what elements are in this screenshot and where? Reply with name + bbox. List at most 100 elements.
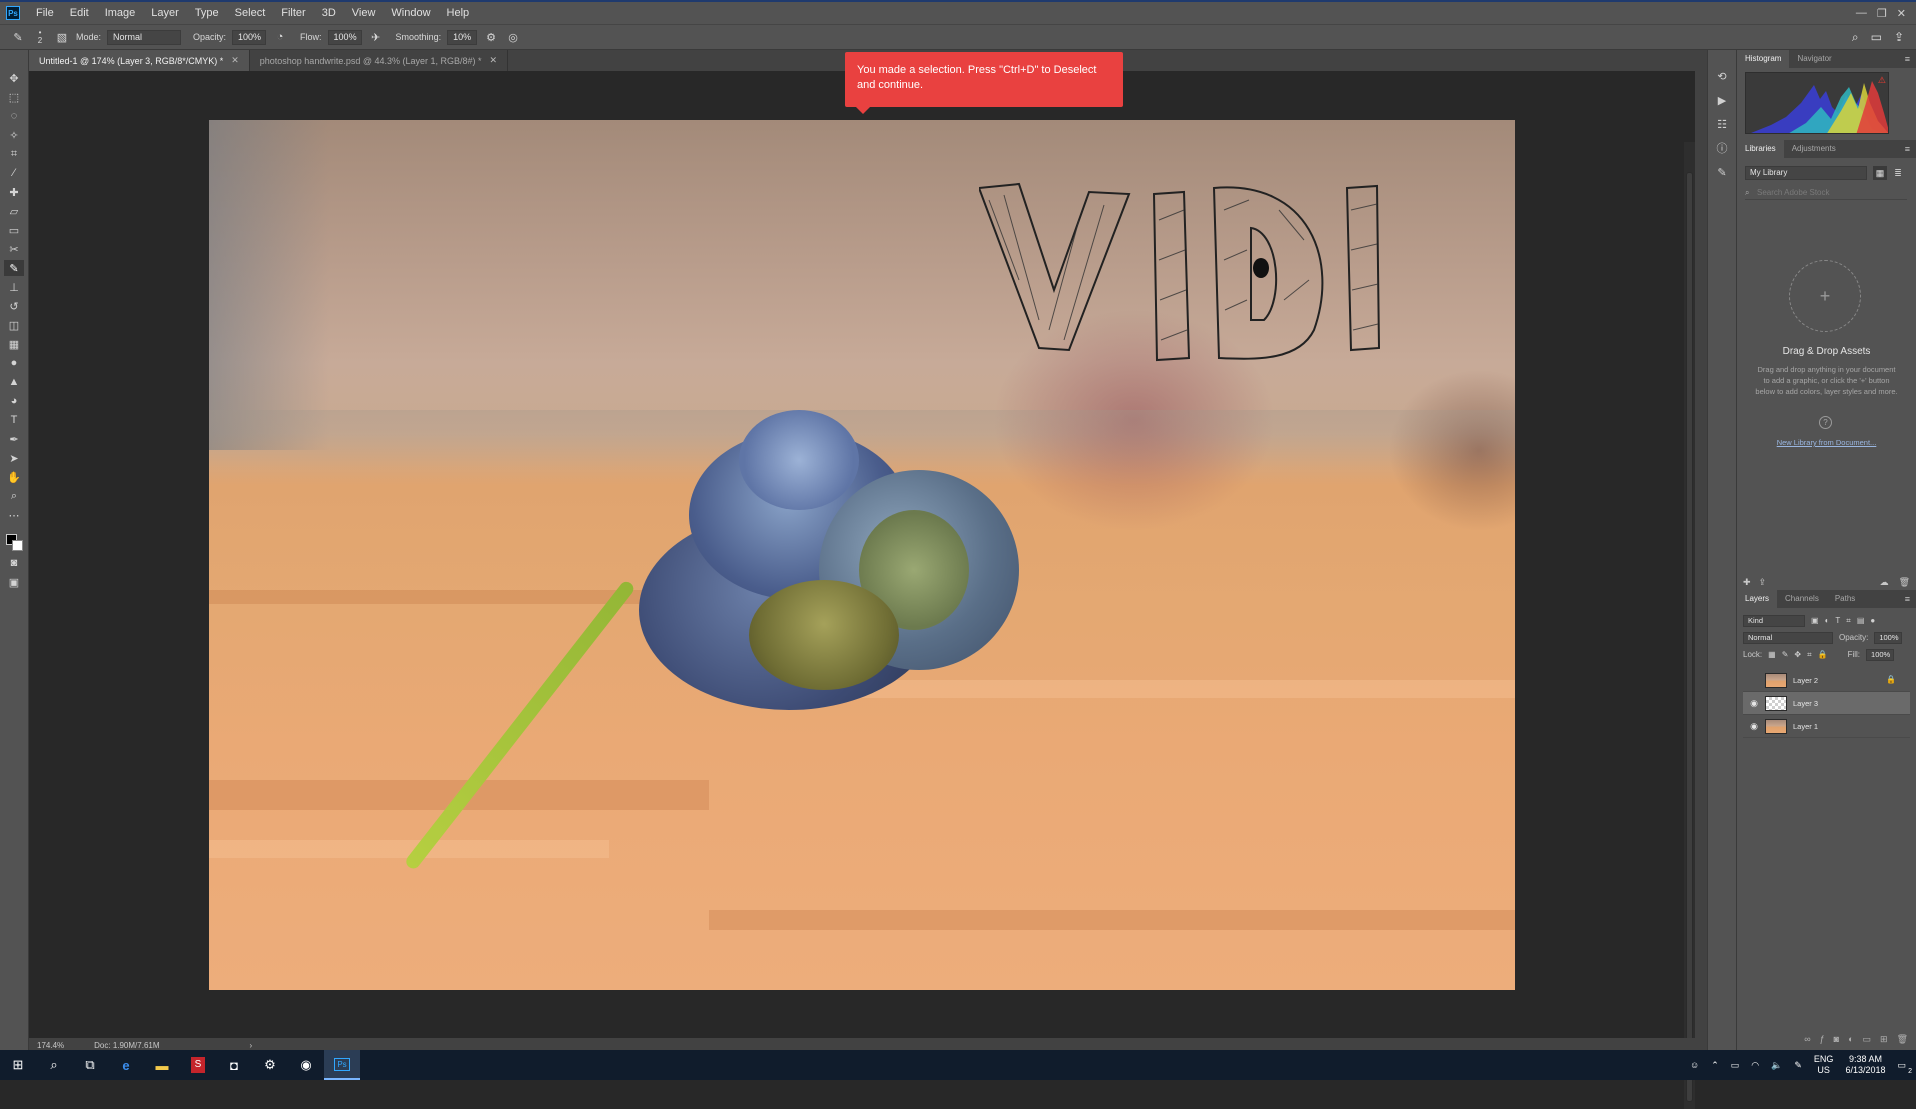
layer-row-layer-1[interactable]: ◉ Layer 1 [1743,715,1910,738]
minimize-button[interactable]: — [1856,7,1867,20]
edge-browser-icon[interactable]: e [108,1050,144,1080]
type-tool-icon[interactable]: T [4,412,24,428]
quick-mask-icon[interactable]: ◙ [4,555,24,571]
history-icon[interactable]: ⟲ [1713,68,1731,84]
library-search-input[interactable]: ⌕ Search Adobe Stock [1745,186,1907,200]
tab-adjustments[interactable]: Adjustments [1784,140,1844,158]
lock-position-icon[interactable]: ✥ [1794,650,1801,659]
zoom-level[interactable]: 174.4% [37,1041,64,1050]
share-icon[interactable]: ⇪ [1894,30,1904,45]
tab-untitled-1[interactable]: Untitled-1 @ 174% (Layer 3, RGB/8*/CMYK)… [29,50,250,71]
clone-stamp-tool-icon[interactable]: ⊥ [4,279,24,295]
workspace-icon[interactable]: ▭ [1871,30,1882,45]
pressure-size-icon[interactable]: ◎ [505,29,521,45]
layer-row-layer-2[interactable]: ◉ Layer 2 🔒 [1743,669,1910,692]
eyedropper-tool-icon[interactable]: ⁄ [4,165,24,181]
smoothing-field[interactable]: 10% [447,29,478,45]
canvas-area[interactable] [29,71,1695,1109]
history-brush-tool-icon[interactable]: ↺ [4,298,24,314]
notifications-icon[interactable]: ▭ 2 [1897,1060,1912,1075]
fx-icon[interactable]: ƒ [1820,1034,1825,1050]
brush-preset-icon[interactable]: ✎ [10,29,26,45]
brush-size-picker[interactable]: • 2 [32,29,48,45]
patch-tool-icon[interactable]: ▭ [4,222,24,238]
ruler-tool-icon[interactable]: ▱ [4,203,24,219]
color-swatches[interactable] [4,532,24,552]
scrollbar-thumb[interactable] [1686,172,1693,1102]
actions-play-icon[interactable]: ▶ [1713,92,1731,108]
tray-expand-icon[interactable]: ⌃ [1711,1060,1719,1071]
restore-button[interactable]: ❐ [1877,7,1887,20]
media-app-icon[interactable]: ◉ [288,1050,324,1080]
lock-all-icon[interactable]: 🔒 [1818,650,1828,659]
tab-navigator[interactable]: Navigator [1789,50,1839,68]
filter-adjustment-icon[interactable]: ◐ [1825,616,1830,625]
volume-icon[interactable]: 🔈 [1771,1060,1782,1071]
brush-tool-icon[interactable]: ✎ [4,260,24,276]
zoom-tool-icon[interactable]: ⌕ [4,488,24,504]
menu-image[interactable]: Image [97,2,144,24]
marquee-tool-icon[interactable]: ⬚ [4,89,24,105]
settings-app-icon[interactable]: ⚙ [252,1050,288,1080]
lock-image-icon[interactable]: ✎ [1782,650,1789,659]
menu-file[interactable]: File [28,2,62,24]
sharpen-tool-icon[interactable]: ▲ [4,374,24,390]
fill-field[interactable]: 100% [1866,648,1895,661]
link-layers-icon[interactable]: ∞ [1804,1034,1810,1050]
info-icon[interactable]: ⓘ [1713,140,1731,156]
adjustment-layer-icon[interactable]: ◐ [1848,1034,1853,1050]
airbrush-icon[interactable]: ✈ [368,29,384,45]
brush-settings-icon[interactable]: ▧ [54,29,70,45]
wifi-icon[interactable]: ◠ [1751,1060,1759,1071]
pen-tool-icon[interactable]: ✒ [4,431,24,447]
pressure-opacity-icon[interactable]: ◔ [272,29,288,45]
mode-select[interactable]: Normal [107,29,182,45]
vertical-scrollbar[interactable] [1684,142,1695,1109]
help-icon[interactable]: ? [1819,416,1832,429]
layer-opacity-field[interactable]: 100% [1874,631,1903,644]
move-tool-icon[interactable]: ✥ [4,70,24,86]
lasso-tool-icon[interactable]: ◌ [4,108,24,124]
status-menu-arrow-icon[interactable]: › [250,1041,253,1050]
language-indicator[interactable]: ENG US [1814,1054,1834,1076]
flow-field[interactable]: 100% [327,29,362,45]
add-content-icon[interactable]: ✚ [1743,577,1751,588]
visibility-eye-icon[interactable]: ◉ [1749,698,1759,709]
menu-help[interactable]: Help [439,2,478,24]
windows-start-icon[interactable]: ⊞ [0,1050,36,1080]
layer-filter-kind-select[interactable]: Kind [1743,614,1805,627]
document-canvas-image[interactable] [209,120,1515,990]
grid-view-icon[interactable]: ▦ [1873,166,1887,180]
properties-icon[interactable]: ☷ [1713,116,1731,132]
healing-brush-tool-icon[interactable]: ✚ [4,184,24,200]
lock-artboard-icon[interactable]: ⌗ [1807,650,1812,660]
tab-paths[interactable]: Paths [1827,590,1863,608]
upload-icon[interactable]: ⇪ [1759,577,1767,588]
clock[interactable]: 9:38 AM 6/13/2018 [1845,1054,1885,1076]
task-view-icon[interactable]: ⧉ [72,1050,108,1080]
delete-layer-icon[interactable]: 🗑 [1897,1034,1908,1050]
gradient-tool-icon[interactable]: ▦ [4,336,24,352]
photoshop-taskbar-icon[interactable]: Ps [324,1050,360,1080]
brush-settings-panel-icon[interactable]: ✎ [1713,164,1731,180]
search-icon[interactable]: ⌕ [1852,30,1859,45]
screen-mode-icon[interactable]: ▣ [4,574,24,590]
blend-mode-select[interactable]: Normal [1743,631,1833,644]
trash-icon[interactable]: 🗑 [1899,577,1910,588]
filter-shape-icon[interactable]: ⌗ [1846,616,1851,626]
new-group-icon[interactable]: ▭ [1863,1034,1872,1050]
filter-toggle-icon[interactable]: ● [1870,616,1875,625]
hand-tool-icon[interactable]: ✋ [4,469,24,485]
tab-layers[interactable]: Layers [1737,590,1778,608]
panel-menu-icon[interactable]: ≡ [1905,594,1910,604]
battery-icon[interactable]: ▭ [1731,1060,1740,1071]
lock-transparent-icon[interactable]: ▦ [1768,650,1776,659]
histogram-warning-icon[interactable]: ⚠ [1878,75,1886,86]
background-color-swatch[interactable] [12,540,23,551]
tab-histogram[interactable]: Histogram [1737,50,1790,68]
crop-tool-icon[interactable]: ⌗ [4,146,24,162]
library-select[interactable]: My Library [1745,166,1867,180]
menu-layer[interactable]: Layer [143,2,187,24]
menu-window[interactable]: Window [383,2,438,24]
search-icon[interactable]: ⌕ [36,1050,72,1080]
